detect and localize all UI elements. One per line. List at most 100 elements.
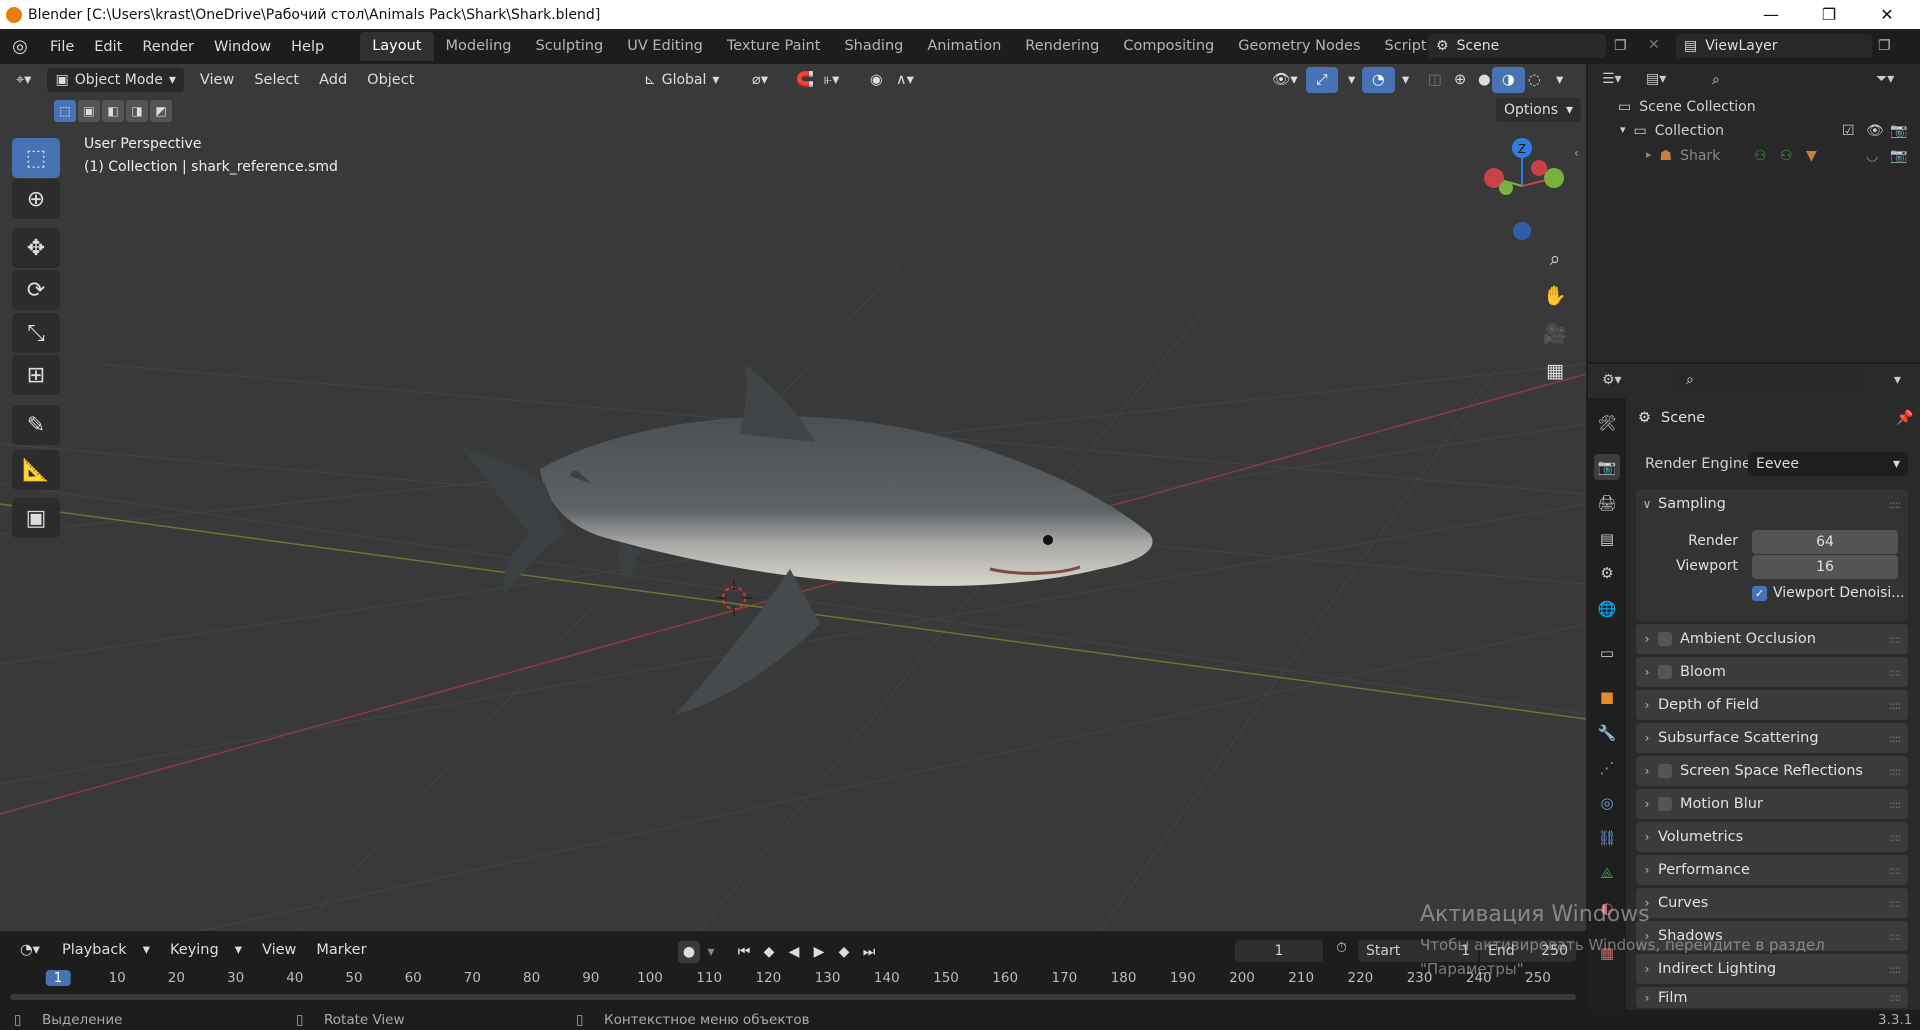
perspective-toggle-icon[interactable]: ▦ bbox=[1538, 354, 1572, 388]
data-tab-icon[interactable]: ⟁ bbox=[1594, 860, 1620, 886]
tab-layout[interactable]: Layout bbox=[360, 32, 434, 61]
jump-start-icon[interactable]: ⏮ bbox=[733, 941, 755, 963]
select-intersect-icon[interactable]: ◩ bbox=[150, 100, 172, 122]
timeline-scrollbar[interactable] bbox=[10, 994, 1576, 1000]
viewport-menu-add[interactable]: Add bbox=[309, 67, 357, 93]
drag-handle-icon[interactable]: :::: bbox=[1889, 699, 1901, 712]
particles-tab-icon[interactable]: ⋰ bbox=[1594, 755, 1620, 781]
pivot-point-icon[interactable]: ⌀▾ bbox=[742, 67, 778, 93]
constraints-tab-icon[interactable]: ⛓ bbox=[1594, 825, 1620, 851]
current-frame-marker[interactable]: 1 bbox=[45, 970, 71, 986]
panel-depth-of-field[interactable]: › Depth of Field:::: bbox=[1636, 690, 1908, 720]
sidebar-toggle-icon[interactable]: ‹ bbox=[1574, 146, 1579, 160]
object-tab-icon[interactable]: ■ bbox=[1594, 684, 1620, 710]
display-mode-icon[interactable]: ▤▾ bbox=[1646, 71, 1666, 87]
move-tool-icon[interactable]: ✥ bbox=[12, 228, 60, 268]
camera-icon[interactable]: 📷 bbox=[1890, 123, 1907, 139]
outliner-search-input[interactable]: ⌕ bbox=[1704, 68, 1854, 92]
tab-geometry-nodes[interactable]: Geometry Nodes bbox=[1226, 32, 1372, 61]
drag-handle-icon[interactable]: :::: bbox=[1889, 798, 1901, 811]
panel-film[interactable]: › Film:::: bbox=[1636, 987, 1908, 1008]
rotate-tool-icon[interactable]: ⟳ bbox=[12, 270, 60, 310]
outliner-editor-icon[interactable]: ☰▾ bbox=[1602, 71, 1622, 87]
scene-selector[interactable]: ⚙ Scene bbox=[1428, 34, 1606, 58]
tab-modeling[interactable]: Modeling bbox=[434, 32, 524, 61]
gizmo-y-icon[interactable] bbox=[1544, 168, 1564, 188]
drag-handle-icon[interactable]: :::: bbox=[1889, 831, 1901, 844]
chevron-down-icon[interactable]: ▾ bbox=[225, 937, 252, 963]
view-layer-selector[interactable]: ▤ ViewLayer bbox=[1676, 34, 1872, 58]
tab-sculpting[interactable]: Sculpting bbox=[523, 32, 615, 61]
viewport-menu-view[interactable]: View bbox=[190, 67, 244, 93]
timeline-menu-keying[interactable]: Keying bbox=[160, 937, 229, 963]
menu-render[interactable]: Render bbox=[132, 34, 204, 60]
world-tab-icon[interactable]: 🌐 bbox=[1594, 596, 1620, 622]
transform-tool-icon[interactable]: ⊞ bbox=[12, 355, 60, 395]
zoom-icon[interactable]: ⌕ bbox=[1538, 242, 1572, 276]
mode-selector[interactable]: ▣ Object Mode ▾ bbox=[47, 68, 184, 92]
select-new-icon[interactable]: ⬚ bbox=[54, 100, 76, 122]
render-samples-field[interactable]: 64 bbox=[1752, 530, 1898, 554]
select-invert-icon[interactable]: ◨ bbox=[126, 100, 148, 122]
annotate-tool-icon[interactable]: ✎ bbox=[12, 405, 60, 445]
stopwatch-icon[interactable]: ⏱ bbox=[1336, 940, 1347, 956]
tab-uv-editing[interactable]: UV Editing bbox=[615, 32, 715, 61]
collection-tab-icon[interactable]: ▭ bbox=[1594, 640, 1620, 666]
outliner-row-shark[interactable]: ▸ ☗ Shark ⚇ ⚇ ▼ ◡ 📷 bbox=[1646, 148, 1916, 170]
panel-subsurface-scattering[interactable]: › Subsurface Scattering:::: bbox=[1636, 723, 1908, 753]
panel-volumetrics[interactable]: › Volumetrics:::: bbox=[1636, 822, 1908, 852]
maximize-button[interactable]: ❐ bbox=[1806, 0, 1852, 29]
gizmo-toggle-icon[interactable]: ⤢ bbox=[1306, 67, 1338, 93]
modifier-tab-icon[interactable]: 🔧 bbox=[1594, 720, 1620, 746]
overlays-dropdown-icon[interactable]: ▾ bbox=[1392, 67, 1419, 93]
select-extend-icon[interactable]: ▣ bbox=[78, 100, 100, 122]
navigation-gizmo[interactable]: Z bbox=[1470, 134, 1570, 244]
shark-model[interactable] bbox=[0, 64, 1586, 931]
pin-icon[interactable]: 📌 bbox=[1896, 410, 1913, 426]
editor-type-icon[interactable]: ⌖▾ bbox=[6, 67, 41, 93]
output-tab-icon[interactable]: 🖨 bbox=[1594, 490, 1620, 516]
camera-view-icon[interactable]: 🎥 bbox=[1538, 316, 1572, 350]
checkbox-icon[interactable]: ☑ bbox=[1842, 123, 1855, 139]
viewport-menu-object[interactable]: Object bbox=[357, 67, 424, 93]
timeline-editor-icon[interactable]: ◔▾ bbox=[10, 937, 50, 963]
timeline-menu-playback[interactable]: Playback bbox=[52, 937, 137, 963]
scale-tool-icon[interactable]: ⤡ bbox=[12, 313, 60, 353]
render-engine-select[interactable]: Eevee ▾ bbox=[1748, 452, 1908, 476]
shading-dropdown-icon[interactable]: ▾ bbox=[1546, 67, 1573, 93]
drag-handle-icon[interactable]: :::: bbox=[1889, 963, 1901, 976]
new-view-layer-icon[interactable]: ❐ bbox=[1878, 38, 1891, 54]
visibility-icon[interactable]: 👁▾ bbox=[1262, 67, 1308, 93]
drag-handle-icon[interactable]: :::: bbox=[1889, 991, 1901, 1004]
close-button[interactable]: ✕ bbox=[1864, 0, 1910, 29]
tab-texture-paint[interactable]: Texture Paint bbox=[715, 32, 833, 61]
chevron-down-icon[interactable]: ▾ bbox=[700, 941, 722, 963]
expand-arrow-icon[interactable]: ▸ bbox=[1646, 148, 1652, 170]
overlays-icon[interactable]: ◔ bbox=[1362, 67, 1395, 93]
blender-menu-icon[interactable]: ◎ bbox=[0, 36, 40, 57]
chevron-down-icon[interactable]: ▾ bbox=[133, 937, 160, 963]
physics-tab-icon[interactable]: ◎ bbox=[1594, 790, 1620, 816]
panel-enable-checkbox[interactable] bbox=[1658, 632, 1672, 646]
select-box-tool-icon[interactable]: ⬚ bbox=[12, 138, 60, 178]
view-layer-tab-icon[interactable]: ▤ bbox=[1594, 526, 1620, 552]
panel-bloom[interactable]: › Bloom:::: bbox=[1636, 657, 1908, 687]
delete-scene-icon[interactable]: ✕ bbox=[1648, 37, 1660, 53]
menu-window[interactable]: Window bbox=[204, 34, 281, 60]
properties-search-input[interactable]: ⌕ bbox=[1678, 368, 1858, 392]
cursor-tool-icon[interactable]: ⊕ bbox=[12, 179, 60, 219]
scene-tab-icon[interactable]: ⚙ bbox=[1594, 560, 1620, 586]
menu-file[interactable]: File bbox=[40, 34, 84, 60]
viewport-samples-field[interactable]: 16 bbox=[1752, 555, 1898, 579]
jump-end-icon[interactable]: ⏭ bbox=[858, 941, 880, 963]
outliner-row-scene-collection[interactable]: ▭ Scene Collection bbox=[1618, 99, 1756, 115]
drag-handle-icon[interactable]: :::: bbox=[1889, 666, 1901, 679]
drag-handle-icon[interactable]: :::: bbox=[1889, 732, 1901, 745]
measure-tool-icon[interactable]: 📐 bbox=[12, 450, 60, 490]
panel-curves[interactable]: › Curves:::: bbox=[1636, 888, 1908, 918]
viewport-denoise-checkbox[interactable]: ✓ Viewport Denoisi... bbox=[1752, 585, 1905, 601]
select-subtract-icon[interactable]: ◧ bbox=[102, 100, 124, 122]
drag-handle-icon[interactable]: :::: bbox=[1889, 633, 1901, 646]
viewport-menu-select[interactable]: Select bbox=[244, 67, 309, 93]
tab-compositing[interactable]: Compositing bbox=[1111, 32, 1226, 61]
